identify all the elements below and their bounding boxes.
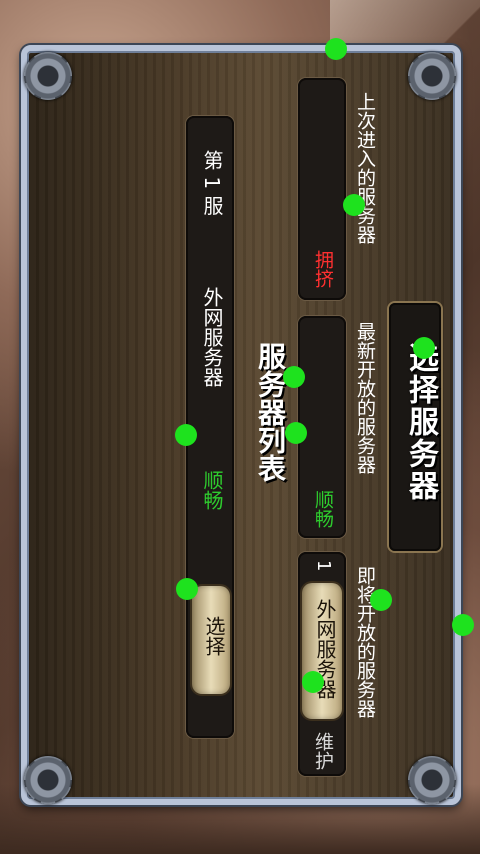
- touch-marker: [343, 194, 365, 216]
- touch-marker: [283, 366, 305, 388]
- server-row-status: 顺畅: [200, 470, 224, 510]
- last-entered-status: 拥挤: [312, 250, 334, 288]
- server-row-type: 外网服务器: [200, 287, 224, 387]
- touch-marker: [452, 614, 474, 636]
- touch-marker: [302, 671, 324, 693]
- touch-marker: [176, 578, 198, 600]
- server-row-name: 第 1 服: [200, 150, 224, 216]
- game-screen: 选择服务器 上次进入的服务器 拥挤 最新开放的服务器 顺畅 即将开放的服务器 1…: [0, 0, 480, 854]
- touch-marker: [325, 38, 347, 60]
- dialog-title: 选择服务器: [403, 342, 438, 502]
- touch-marker: [285, 422, 307, 444]
- server-list-title: 服务器列表: [254, 342, 287, 482]
- touch-marker: [413, 337, 435, 359]
- gear-icon-top-right: [408, 52, 456, 100]
- gear-icon-bottom-right: [408, 756, 456, 804]
- touch-marker: [370, 589, 392, 611]
- upcoming-server-button[interactable]: 外网服务器: [302, 583, 342, 719]
- upcoming-number: 1: [313, 560, 334, 572]
- upcoming-label: 即将开放的服务器: [354, 566, 376, 718]
- gear-icon-bottom-left: [24, 756, 72, 804]
- select-server-button-label: 选择: [202, 616, 226, 656]
- select-server-button[interactable]: 选择: [192, 586, 230, 694]
- last-entered-label: 上次进入的服务器: [354, 92, 376, 244]
- touch-marker: [175, 424, 197, 446]
- gear-icon-top-left: [24, 52, 72, 100]
- upcoming-status: 维护: [312, 732, 334, 770]
- newest-label: 最新开放的服务器: [354, 322, 376, 474]
- newest-status: 顺畅: [312, 490, 334, 528]
